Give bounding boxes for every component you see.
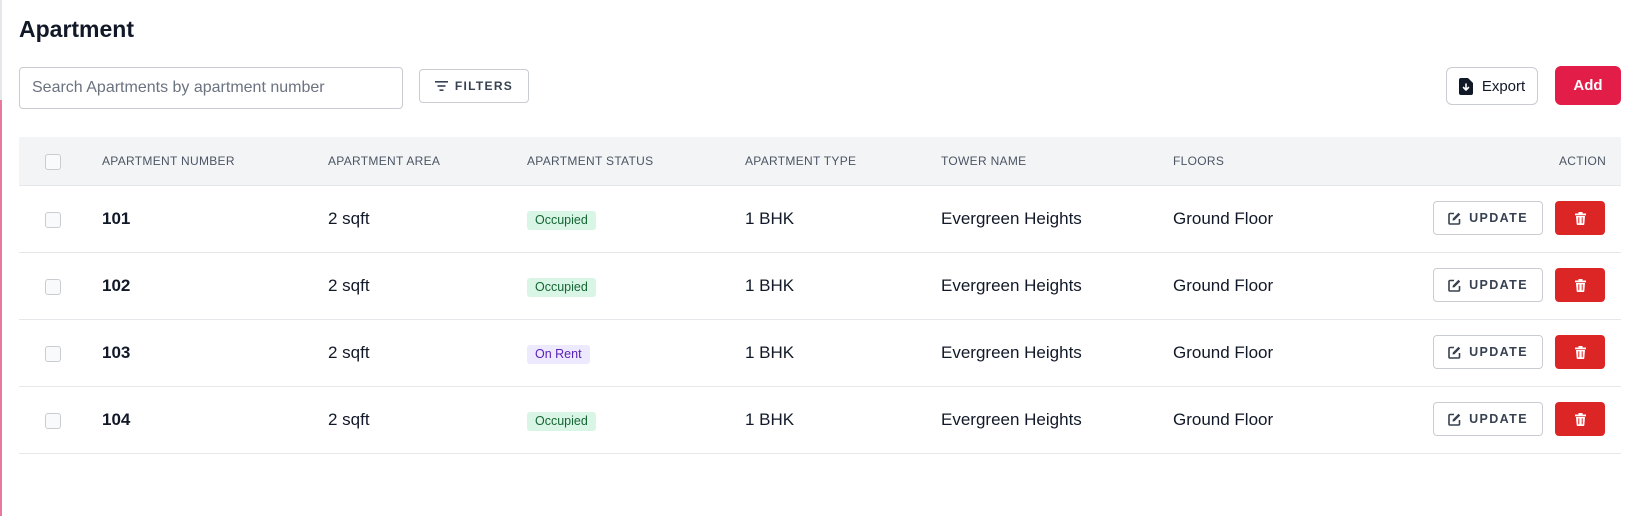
apartment-number: 104 xyxy=(102,410,131,429)
delete-button[interactable] xyxy=(1555,268,1605,302)
delete-button[interactable] xyxy=(1555,402,1605,436)
edit-icon xyxy=(1448,346,1461,359)
edit-icon xyxy=(1448,279,1461,292)
column-header-tower-name[interactable]: TOWER NAME xyxy=(941,154,1026,168)
update-label: UPDATE xyxy=(1469,278,1528,292)
column-header-floors[interactable]: FLOORS xyxy=(1173,154,1224,168)
update-button[interactable]: UPDATE xyxy=(1433,402,1543,436)
export-label: Export xyxy=(1481,77,1526,95)
update-label: UPDATE xyxy=(1469,345,1528,359)
status-badge: Occupied xyxy=(527,412,596,431)
select-all-checkbox[interactable] xyxy=(45,154,61,170)
apartment-area: 2 sqft xyxy=(328,209,370,228)
status-badge: Occupied xyxy=(527,211,596,230)
page-title: Apartment xyxy=(19,16,135,42)
row-checkbox[interactable] xyxy=(45,346,61,362)
apartment-area: 2 sqft xyxy=(328,276,370,295)
update-label: UPDATE xyxy=(1469,412,1528,426)
file-download-icon xyxy=(1458,77,1473,95)
trash-icon xyxy=(1574,211,1586,225)
table-row: 103 2 sqft On Rent 1 BHK Evergreen Heigh… xyxy=(19,320,1621,387)
update-button[interactable]: UPDATE xyxy=(1433,268,1543,302)
edit-icon xyxy=(1448,212,1461,225)
column-header-action: ACTION xyxy=(1559,154,1607,168)
filter-lines-icon xyxy=(434,81,448,91)
add-button[interactable]: Add xyxy=(1555,66,1621,105)
apartment-number: 102 xyxy=(102,276,131,295)
tower-name: Evergreen Heights xyxy=(941,209,1082,228)
row-checkbox[interactable] xyxy=(45,413,61,429)
apartment-type: 1 BHK xyxy=(745,343,795,362)
trash-icon xyxy=(1574,345,1586,359)
table-header: APARTMENT NUMBER APARTMENT AREA APARTMEN… xyxy=(19,137,1621,186)
filters-button[interactable]: FILTERS xyxy=(419,69,529,103)
tower-name: Evergreen Heights xyxy=(941,276,1082,295)
column-header-apartment-area[interactable]: APARTMENT AREA xyxy=(328,154,440,168)
table-row: 101 2 sqft Occupied 1 BHK Evergreen Heig… xyxy=(19,186,1621,253)
column-header-apartment-status[interactable]: APARTMENT STATUS xyxy=(527,154,653,168)
edit-icon xyxy=(1448,413,1461,426)
table-row: 104 2 sqft Occupied 1 BHK Evergreen Heig… xyxy=(19,387,1621,454)
apartment-area: 2 sqft xyxy=(328,410,370,429)
apartment-area: 2 sqft xyxy=(328,343,370,362)
tower-name: Evergreen Heights xyxy=(941,410,1082,429)
export-button[interactable]: Export xyxy=(1446,67,1538,105)
delete-button[interactable] xyxy=(1555,335,1605,369)
update-label: UPDATE xyxy=(1469,211,1528,225)
status-badge: Occupied xyxy=(527,278,596,297)
apartment-type: 1 BHK xyxy=(745,410,795,429)
tower-name: Evergreen Heights xyxy=(941,343,1082,362)
trash-icon xyxy=(1574,412,1586,426)
column-header-apartment-number[interactable]: APARTMENT NUMBER xyxy=(102,154,235,168)
left-accent-bar xyxy=(0,100,2,516)
floor-name: Ground Floor xyxy=(1173,343,1274,362)
search-input[interactable] xyxy=(19,67,403,109)
apartment-type: 1 BHK xyxy=(745,276,795,295)
floor-name: Ground Floor xyxy=(1173,209,1274,228)
column-header-apartment-type[interactable]: APARTMENT TYPE xyxy=(745,154,856,168)
status-badge: On Rent xyxy=(527,345,590,364)
trash-icon xyxy=(1574,278,1586,292)
floor-name: Ground Floor xyxy=(1173,276,1274,295)
row-checkbox[interactable] xyxy=(45,279,61,295)
table-row: 102 2 sqft Occupied 1 BHK Evergreen Heig… xyxy=(19,253,1621,320)
apartment-number: 101 xyxy=(102,209,131,228)
floor-name: Ground Floor xyxy=(1173,410,1274,429)
apartment-type: 1 BHK xyxy=(745,209,795,228)
filters-label: FILTERS xyxy=(454,79,514,93)
delete-button[interactable] xyxy=(1555,201,1605,235)
update-button[interactable]: UPDATE xyxy=(1433,201,1543,235)
update-button[interactable]: UPDATE xyxy=(1433,335,1543,369)
app-frame: Apartment FILTERS Export Add APARTMENT N… xyxy=(0,0,1641,516)
row-checkbox[interactable] xyxy=(45,212,61,228)
apartment-number: 103 xyxy=(102,343,131,362)
